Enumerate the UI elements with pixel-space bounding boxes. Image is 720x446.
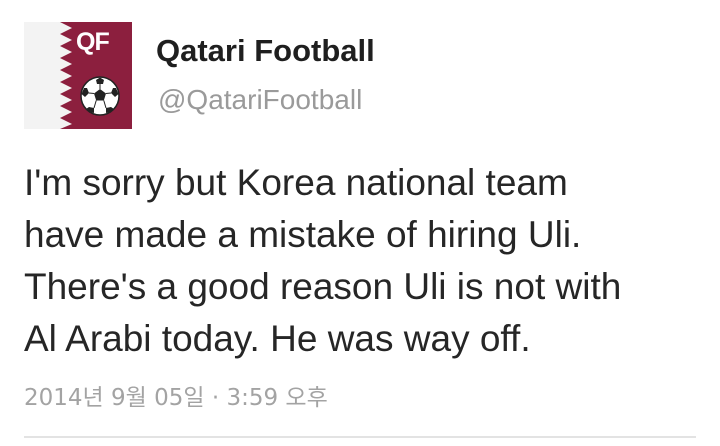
tweet-text-line: There's a good reason Uli is not with bbox=[24, 266, 622, 307]
tweet-text-line: I'm sorry but Korea national team bbox=[24, 162, 568, 203]
tweet-card: QF Qatari Football @QatariFootball I'm s… bbox=[0, 0, 720, 446]
tweet-text: I'm sorry but Korea national team have m… bbox=[24, 157, 714, 365]
tweet-text-line: have made a mistake of hiring Uli. bbox=[24, 214, 582, 255]
tweet-text-line: Al Arabi today. He was way off. bbox=[24, 318, 531, 359]
logo-text: QF bbox=[76, 28, 110, 56]
display-name[interactable]: Qatari Football bbox=[156, 33, 375, 69]
tweet-timestamp[interactable]: 2014년 9월 05일 · 3:59 오후 bbox=[24, 378, 328, 412]
avatar[interactable]: QF bbox=[24, 22, 132, 129]
divider bbox=[24, 436, 696, 438]
user-handle[interactable]: @QatariFootball bbox=[158, 84, 362, 116]
soccer-ball-icon bbox=[80, 76, 120, 116]
